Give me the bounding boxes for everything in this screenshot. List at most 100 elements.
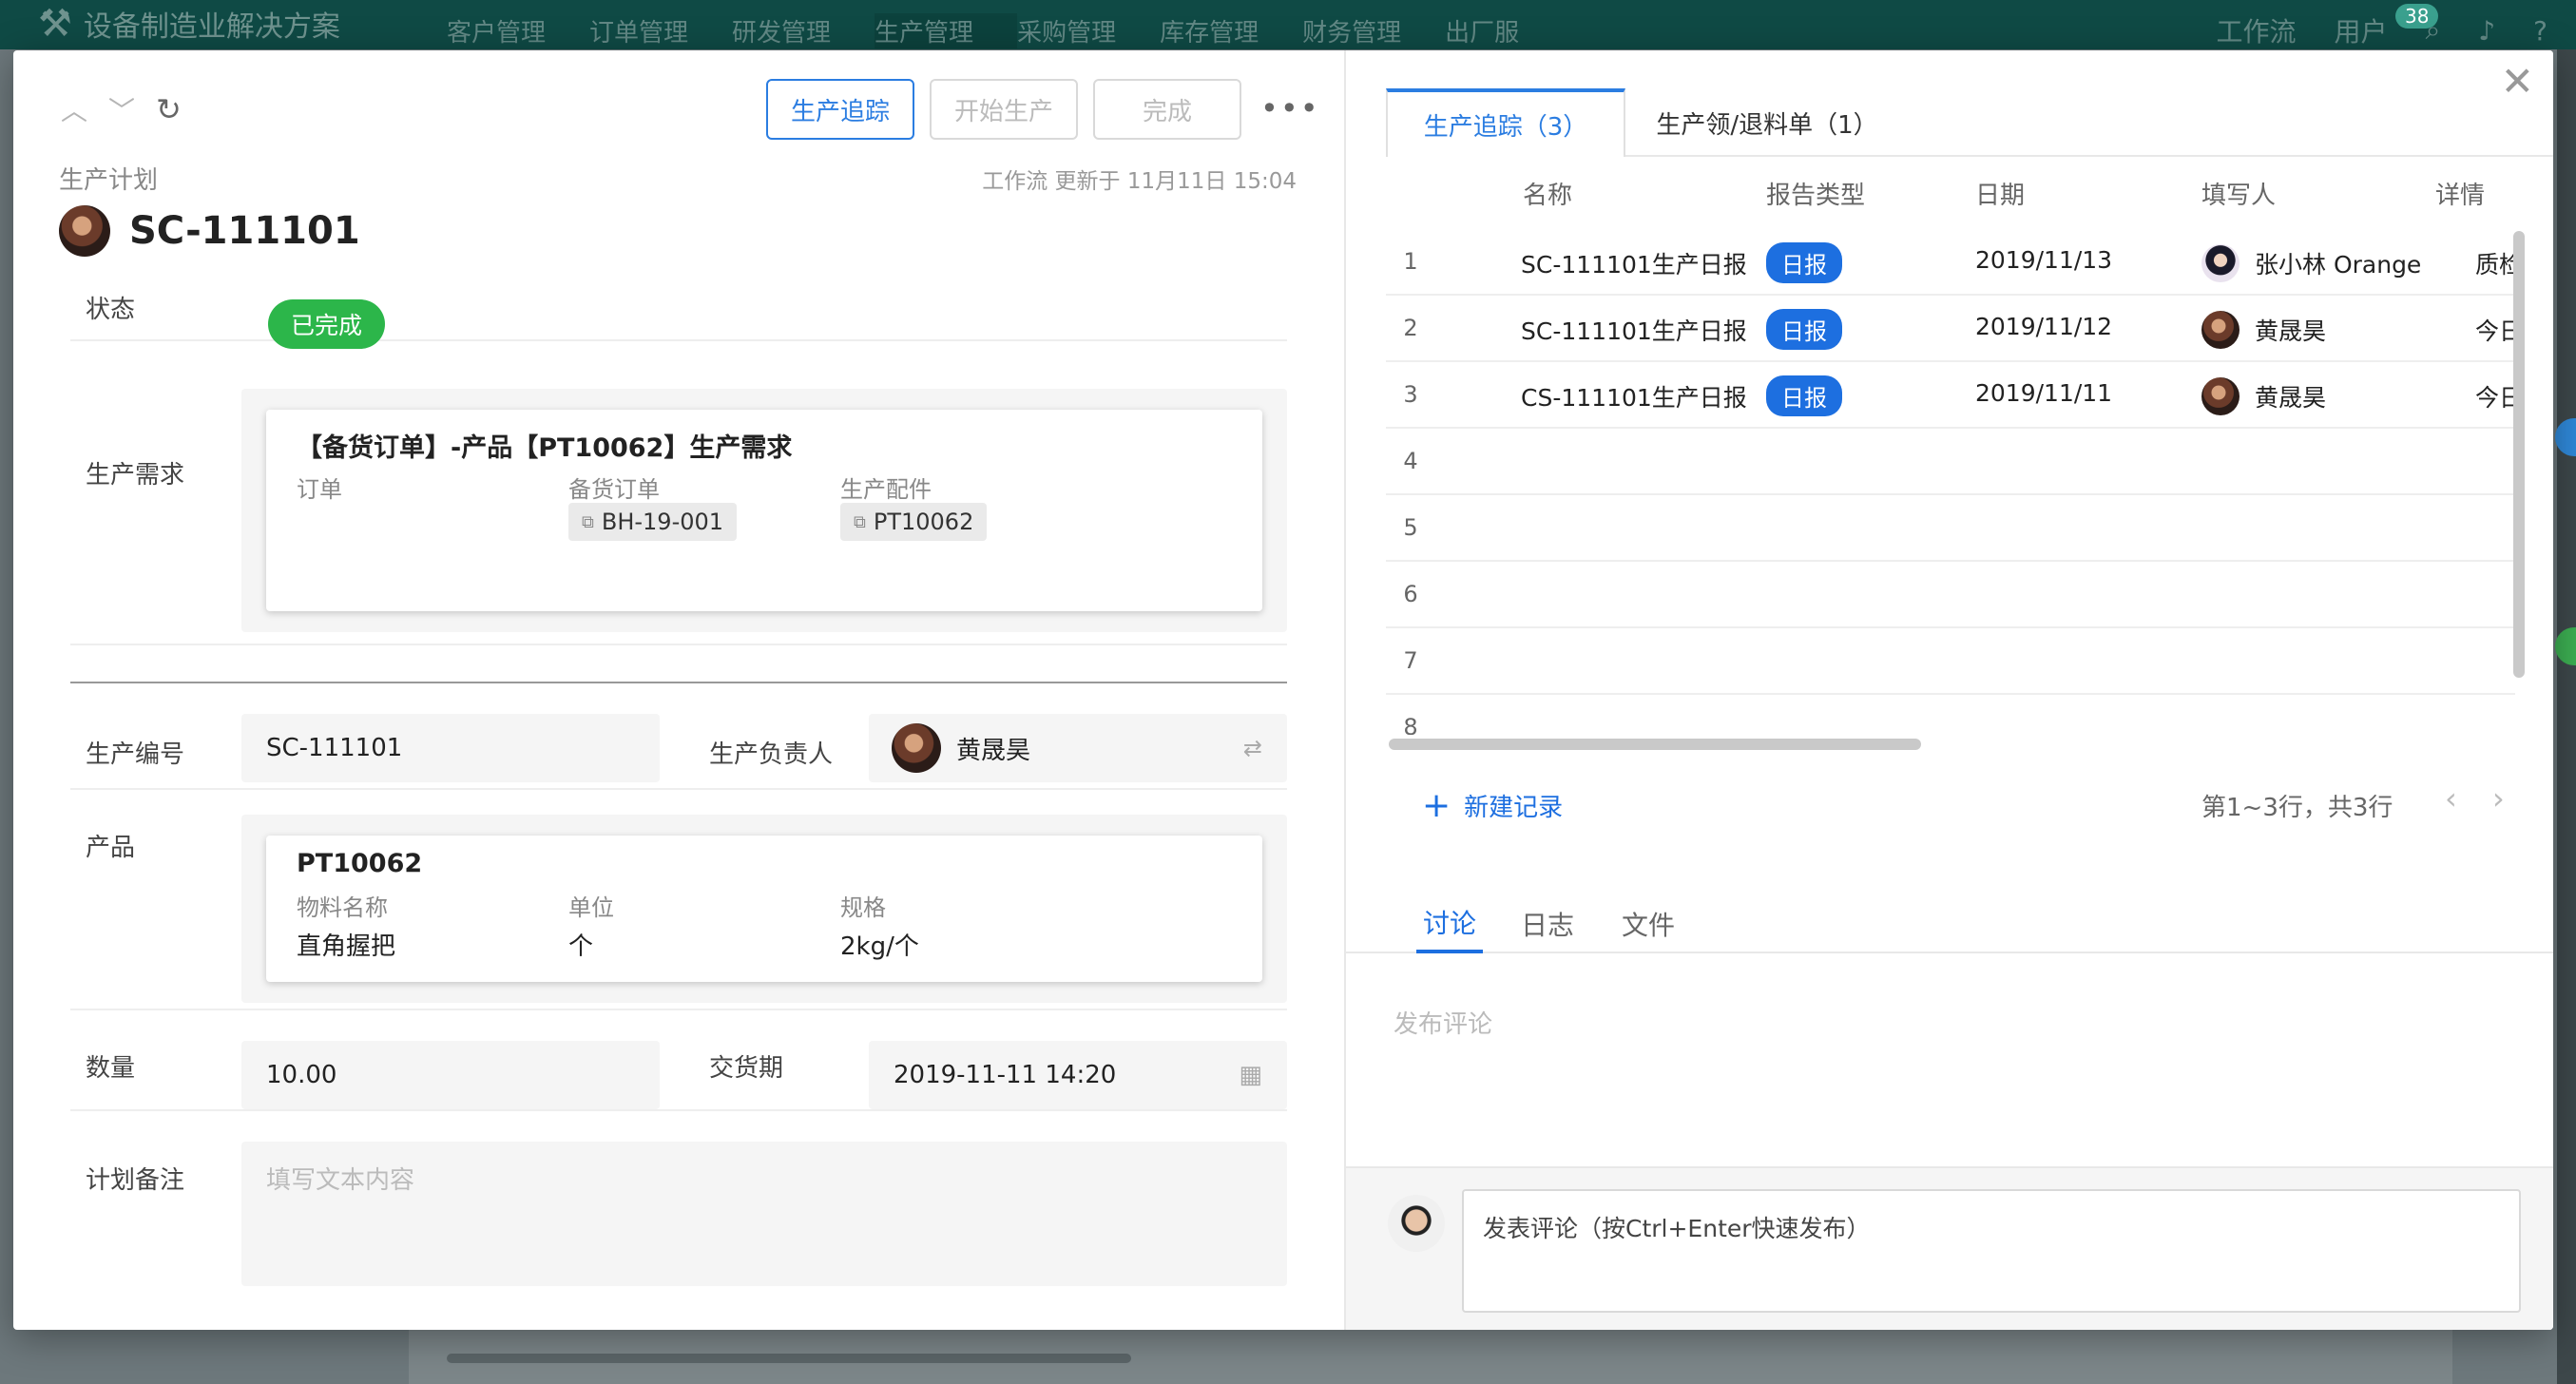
- comment-input-placeholder: 发表评论（按Ctrl+Enter快速发布）: [1483, 1215, 1871, 1242]
- calendar-icon[interactable]: ▦: [1239, 1061, 1262, 1089]
- users-link[interactable]: 用户: [2335, 11, 2388, 49]
- track-button[interactable]: 生产追踪: [766, 79, 914, 140]
- update-info: 工作流 更新于 11月11日 15:04: [982, 169, 1297, 194]
- nav-item[interactable]: 采购管理: [1017, 13, 1160, 48]
- top-right-tools: 工作流 用户 ⌕ ♪ ?: [2217, 11, 2547, 49]
- table-row[interactable]: 8: [1386, 695, 2515, 735]
- new-record-label: 新建记录: [1464, 794, 1564, 822]
- workflow-link[interactable]: 工作流: [2217, 11, 2297, 49]
- new-record-button[interactable]: + 新建记录: [1422, 786, 1563, 825]
- note-placeholder: 填写文本内容: [266, 1166, 415, 1195]
- part-value: PT10062: [873, 509, 974, 535]
- table-horizontal-scrollbar[interactable]: [1389, 739, 1921, 750]
- owner-avatar: [59, 205, 110, 257]
- owner-field[interactable]: 黄晟昊 ⇄: [869, 714, 1287, 782]
- tab-discussion[interactable]: 讨论: [1416, 894, 1483, 953]
- table-row[interactable]: 6: [1386, 562, 2515, 628]
- prev-page-icon[interactable]: ‹: [2445, 780, 2457, 817]
- demand-label: 生产需求: [86, 461, 185, 490]
- stock-order-tag[interactable]: ⧉ BH-19-001: [568, 503, 738, 541]
- product-col-unit: 单位: [568, 894, 614, 921]
- main-menu: 客户管理 订单管理 研发管理 生产管理 采购管理 库存管理 财务管理 出厂服: [447, 13, 1563, 48]
- background-right-edge: [2557, 49, 2576, 1384]
- code-field[interactable]: SC-111101: [241, 714, 660, 782]
- top-navigation: ⚒ 设备制造业解决方案 客户管理 订单管理 研发管理 生产管理 采购管理 库存管…: [0, 0, 2576, 49]
- row-number: 8: [1403, 714, 1418, 735]
- row-number: 3: [1403, 381, 1418, 408]
- more-options-icon[interactable]: •••: [1260, 90, 1320, 126]
- nav-item[interactable]: 生产管理: [875, 13, 1018, 48]
- link-icon: ⧉: [854, 511, 866, 532]
- record-form-panel: ︿ ﹀ ↻ 生产追踪 开始生产 完成 ••• 生产计划 工作流 更新于 11月1…: [13, 50, 1344, 1330]
- row-number: 5: [1403, 514, 1418, 541]
- activity-panel: ✕ 生产追踪（3） 生产领/退料单（1） 名称 报告类型 日期 填写人 详情 1…: [1344, 50, 2553, 1330]
- table-row[interactable]: 3 CS-111101生产日报 日报 2019/11/11 黄晟昊 今日生产: [1386, 362, 2525, 429]
- demand-col-order: 订单: [297, 476, 342, 503]
- product-name: 直角握把: [297, 932, 396, 961]
- part-tag[interactable]: ⧉ PT10062: [840, 503, 988, 541]
- nav-item[interactable]: 订单管理: [589, 13, 732, 48]
- table-vertical-scrollbar[interactable]: [2513, 231, 2525, 678]
- record-navigation: ︿ ﹀ ↻: [61, 90, 182, 128]
- table-row[interactable]: 5: [1386, 495, 2515, 562]
- report-type-badge: 日报: [1766, 242, 1842, 283]
- breadcrumb: 生产计划: [59, 166, 159, 195]
- product-card[interactable]: PT10062 物料名称 单位 规格 直角握把 个 2kg/个: [266, 836, 1262, 982]
- delivery-label: 交货期: [709, 1054, 784, 1083]
- pagination-info: 第1~3行，共3行: [2201, 794, 2393, 822]
- page-title: SC-111101: [129, 209, 360, 253]
- next-page-icon[interactable]: ›: [2492, 780, 2505, 817]
- notification-badge: 38: [2395, 4, 2439, 29]
- row-number: 7: [1403, 647, 1418, 674]
- row-user: 黄晟昊: [2255, 317, 2327, 345]
- stock-order-value: BH-19-001: [601, 509, 724, 535]
- track-table: 名称 报告类型 日期 填写人 详情 1 SC-111101生产日报 日报 201…: [1346, 50, 2525, 735]
- swap-icon[interactable]: ⇄: [1243, 735, 1262, 761]
- record-detail-modal: ︿ ﹀ ↻ 生产追踪 开始生产 完成 ••• 生产计划 工作流 更新于 11月1…: [13, 50, 2553, 1330]
- tab-files[interactable]: 文件: [1622, 894, 1675, 953]
- quantity-field[interactable]: 10.00: [241, 1041, 660, 1109]
- user-avatar: [2201, 244, 2240, 282]
- finish-production-label: 完成: [1142, 97, 1192, 126]
- col-header-date: 日期: [1975, 182, 2026, 210]
- note-label: 计划备注: [86, 1166, 185, 1195]
- bell-icon[interactable]: ♪: [2478, 15, 2495, 47]
- tab-log[interactable]: 日志: [1521, 894, 1574, 953]
- chevron-down-icon[interactable]: ﹀: [108, 90, 135, 128]
- background-scrollbar: [447, 1354, 1131, 1363]
- table-row[interactable]: 7: [1386, 628, 2515, 695]
- product-label: 产品: [86, 834, 136, 862]
- col-header-name: 名称: [1523, 182, 1573, 210]
- product-col-name: 物料名称: [297, 894, 388, 921]
- col-header-user: 填写人: [2201, 182, 2277, 210]
- comment-input[interactable]: 发表评论（按Ctrl+Enter快速发布）: [1462, 1189, 2521, 1313]
- current-user-avatar: [1388, 1195, 1445, 1252]
- report-type-badge: 日报: [1766, 309, 1842, 350]
- finish-production-button[interactable]: 完成: [1093, 79, 1241, 140]
- help-icon[interactable]: ?: [2533, 15, 2547, 47]
- nav-item[interactable]: 财务管理: [1302, 13, 1445, 48]
- row-number: 2: [1403, 315, 1418, 341]
- nav-item[interactable]: 研发管理: [732, 13, 875, 48]
- row-name: SC-111101生产日报: [1521, 317, 1747, 345]
- table-row[interactable]: 1 SC-111101生产日报 日报 2019/11/13 张小林 Orange…: [1386, 229, 2525, 296]
- brand-name: 设备制造业解决方案: [83, 10, 340, 44]
- nav-item[interactable]: 出厂服: [1445, 13, 1563, 48]
- comment-composer: 发表评论（按Ctrl+Enter快速发布）: [1346, 1166, 2553, 1330]
- delivery-field[interactable]: 2019-11-11 14:20 ▦: [869, 1041, 1287, 1109]
- note-field[interactable]: 填写文本内容: [241, 1142, 1287, 1286]
- row-date: 2019/11/12: [1975, 313, 2113, 340]
- row-number: 6: [1403, 581, 1418, 607]
- nav-item[interactable]: 库存管理: [1160, 13, 1302, 48]
- table-row[interactable]: 2 SC-111101生产日报 日报 2019/11/12 黄晟昊 今日完成: [1386, 296, 2525, 362]
- demand-card[interactable]: 【备货订单】-产品【PT10062】生产需求 订单 备货订单 生产配件 ⧉ BH…: [266, 410, 1262, 611]
- delivery-value: 2019-11-11 14:20: [894, 1061, 1117, 1089]
- start-production-button[interactable]: 开始生产: [930, 79, 1078, 140]
- row-number: 4: [1403, 448, 1418, 474]
- table-row[interactable]: 4: [1386, 429, 2515, 495]
- row-name: CS-111101生产日报: [1521, 384, 1747, 412]
- nav-item[interactable]: 客户管理: [447, 13, 589, 48]
- refresh-icon[interactable]: ↻: [156, 90, 182, 128]
- chevron-up-icon[interactable]: ︿: [61, 90, 87, 128]
- row-date: 2019/11/13: [1975, 246, 2113, 274]
